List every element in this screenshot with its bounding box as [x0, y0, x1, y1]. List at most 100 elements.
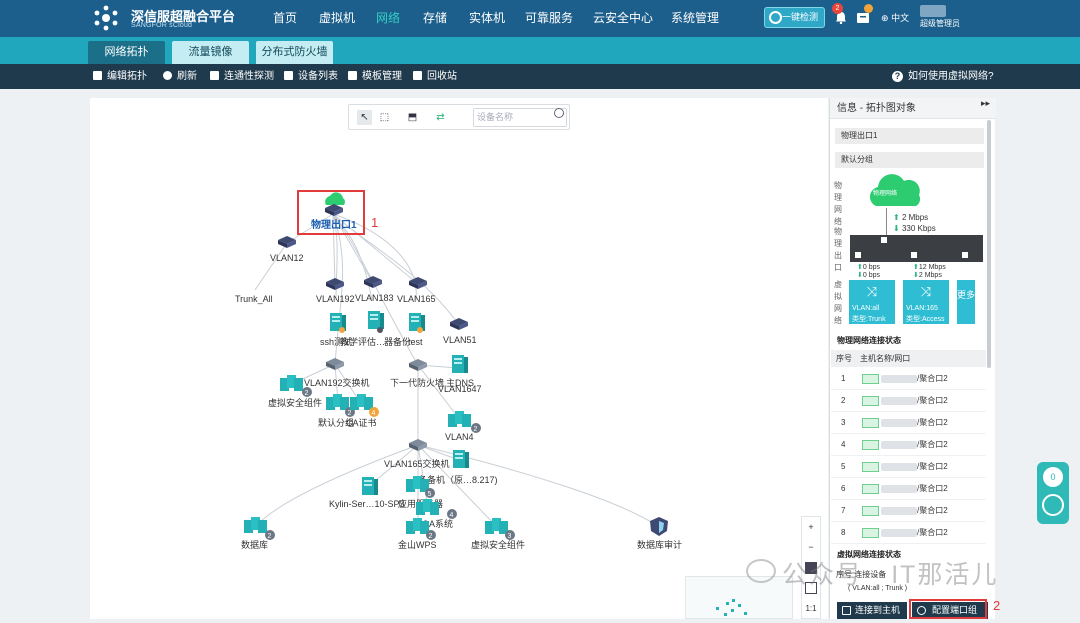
tab-traffic-mirror[interactable]: 流量镜像 [172, 41, 249, 64]
host-icon [862, 396, 879, 406]
object-name-field: 物理出口1 [835, 128, 984, 144]
table-row[interactable]: 1/聚合口2 [831, 368, 986, 390]
callout-box-1 [297, 190, 365, 235]
download-speed: ⬇ 330 Kbps [893, 224, 936, 233]
callout-box-2 [909, 599, 987, 619]
table-row[interactable]: 2/聚合口2 [831, 390, 986, 412]
assistant-counter: 0 [1043, 467, 1063, 487]
language-switch[interactable]: ⊕ 中文 [881, 11, 909, 24]
tab-distributed-firewall[interactable]: 分布式防火墙 [256, 41, 333, 64]
zoom-in-icon[interactable]: + [805, 521, 817, 533]
pencil-icon [93, 71, 102, 80]
host-icon [862, 506, 879, 516]
trash-icon [413, 71, 422, 80]
topology-canvas[interactable] [90, 98, 828, 619]
select-pointer-icon[interactable]: ↖ [357, 110, 372, 125]
top-bar: 深信服超融合平台 SANGFOR sCloud 首页 虚拟机 网络 存储 实体机… [0, 0, 1080, 37]
tab-network-topology[interactable]: 网络拓扑 [88, 41, 165, 64]
search-icon[interactable] [554, 108, 564, 118]
table-row[interactable]: 8/聚合口2 [831, 522, 986, 544]
recycle-bin-button[interactable]: 回收站 [413, 64, 457, 89]
globe-icon: ⊕ [881, 13, 889, 23]
nav-reliability[interactable]: 可靠服务 [516, 0, 582, 37]
zoom-out-icon[interactable]: − [805, 541, 817, 553]
nav-vm[interactable]: 虚拟机 [310, 0, 364, 37]
physical-port-bar [850, 235, 983, 262]
nav-home[interactable]: 首页 [264, 0, 306, 37]
question-icon: ? [892, 71, 903, 82]
port-a-down: ⬇0 bps [857, 272, 880, 279]
more-vlan-button[interactable]: 更多 [957, 280, 975, 324]
watermark: 公众号 · IT那活儿 [746, 555, 998, 591]
port-c[interactable] [962, 252, 968, 258]
connectivity-probe-button[interactable]: 连通性探测 [210, 64, 274, 89]
device-search-input[interactable]: 设备名称 [473, 108, 567, 127]
port-a[interactable] [855, 252, 861, 258]
host-icon [862, 440, 879, 450]
notify-badge: 2 [832, 3, 843, 14]
nav-system[interactable]: 系统管理 [662, 0, 728, 37]
user-role: 超级管理员 [920, 19, 960, 28]
phys-net-label: 物理网络 [834, 181, 842, 226]
template-management-button[interactable]: 模板管理 [348, 64, 402, 89]
table-row[interactable]: 5/聚合口2 [831, 456, 986, 478]
nav-network[interactable]: 网络 [367, 0, 409, 37]
port-top[interactable] [881, 237, 887, 243]
table-row[interactable]: 6/聚合口2 [831, 478, 986, 500]
host-icon [862, 374, 879, 384]
virt-net-label: 虚拟网络 [834, 280, 842, 325]
edit-topology-button[interactable]: 编辑拓扑 [93, 64, 147, 89]
phys-port-label: 物理出口 [834, 227, 842, 272]
help-link[interactable]: ? 如何使用虚拟网络? [892, 64, 994, 89]
object-group-field: 默认分组 [835, 152, 984, 168]
host-icon [862, 528, 879, 538]
port-b[interactable] [911, 252, 917, 258]
port-b-down: ⬇2 Mbps [913, 272, 942, 279]
shuffle-icon: ⤨ [920, 284, 932, 299]
host-icon [862, 462, 879, 472]
message-icon[interactable] [857, 12, 869, 23]
nav-cloud-security[interactable]: 云安全中心 [584, 0, 662, 37]
phys-conn-title: 物理网络连接状态 [837, 336, 901, 345]
wechat-icon [746, 559, 776, 583]
message-badge [864, 4, 873, 13]
refresh-button[interactable]: 刷新 [163, 64, 197, 89]
check-icon [769, 11, 782, 24]
canvas-tools: ↖ ⬚ ⬒ ⇄ 设备名称 [348, 104, 570, 130]
topology-toolbar: 编辑拓扑 刷新 连通性探测 设备列表 模板管理 回收站 ? 如何使用虚拟网络? [0, 64, 1080, 89]
assistant-icon [1042, 494, 1064, 516]
callout-number-2: 2 [993, 598, 1001, 613]
info-panel: 信息 - 拓扑图对象 ▸▸ 物理出口1 默认分组 物理网络 物理网络 ⬆ 2 M… [829, 98, 996, 619]
swap-icon[interactable]: ⇄ [433, 110, 448, 125]
actual-size-button[interactable]: 1:1 [805, 603, 817, 615]
table-row[interactable]: 3/聚合口2 [831, 412, 986, 434]
panel-title: 信息 - 拓扑图对象 [830, 98, 996, 119]
user-name-blurred[interactable] [920, 5, 946, 17]
table-row[interactable]: 4/聚合口2 [831, 434, 986, 456]
callout-number-1: 1 [371, 215, 379, 230]
connect-to-host-button[interactable]: 连接到主机 [837, 602, 907, 619]
host-icon [842, 606, 851, 615]
port-b-up: ⬆12 Mbps [913, 264, 946, 271]
box-select-icon[interactable]: ⬚ [377, 110, 392, 125]
upload-speed: ⬆ 2 Mbps [893, 213, 929, 222]
sangfor-logo-icon [94, 5, 118, 31]
vlan-tile-all[interactable]: ⤨ VLAN:all 类型:Trunk [849, 280, 895, 324]
panel-scrollbar[interactable] [987, 120, 991, 368]
floating-assistant-widget[interactable]: 0 [1037, 462, 1069, 524]
vlan-tile-165[interactable]: ⤨ VLAN:165 类型:Access [903, 280, 949, 324]
probe-icon [210, 71, 219, 80]
host-icon [862, 418, 879, 428]
collapse-icon[interactable]: ▸▸ [981, 98, 990, 109]
nav-physical[interactable]: 实体机 [460, 0, 514, 37]
list-icon [284, 71, 293, 80]
phys-conn-table-header: 序号 主机名称/网口 [831, 350, 986, 367]
one-key-check-button[interactable]: 一键检测 [764, 7, 825, 28]
port-a-up: ⬆0 bps [857, 264, 880, 271]
device-list-button[interactable]: 设备列表 [284, 64, 338, 89]
refresh-icon [163, 71, 172, 80]
table-row[interactable]: 7/聚合口2 [831, 500, 986, 522]
cloud-label: 物理网络 [873, 191, 898, 197]
export-icon[interactable]: ⬒ [405, 110, 420, 125]
nav-storage[interactable]: 存储 [414, 0, 456, 37]
